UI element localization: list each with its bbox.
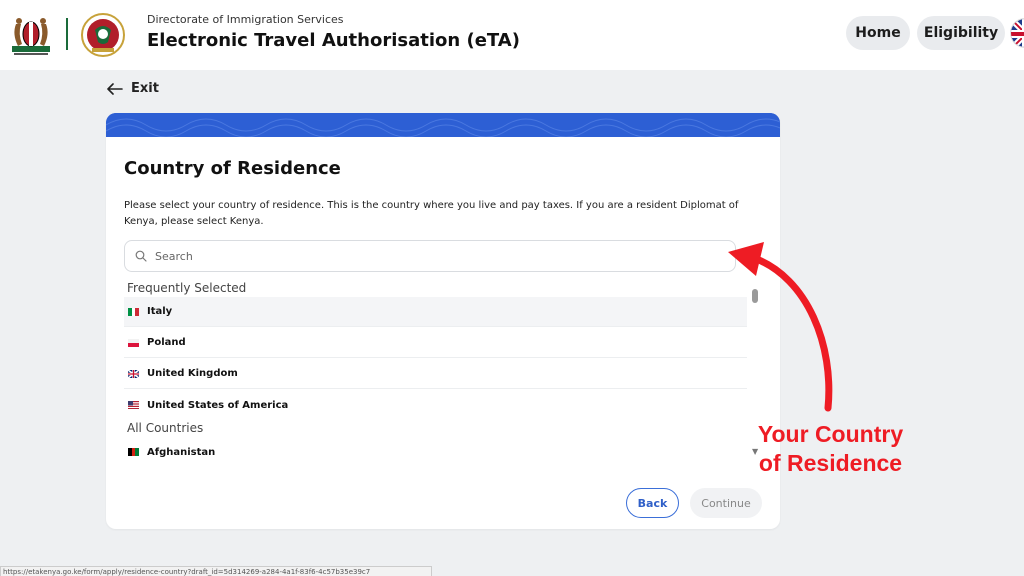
- italy-flag-icon: [128, 307, 139, 316]
- card-description: Please select your country of residence.…: [124, 200, 739, 227]
- country-search-input[interactable]: [155, 249, 715, 263]
- continue-button[interactable]: Continue: [690, 488, 762, 518]
- language-flag-icon[interactable]: [1010, 18, 1024, 48]
- header-subtitle: Directorate of Immigration Services: [147, 13, 344, 26]
- country-name: Italy: [147, 306, 173, 317]
- arrow-left-icon: [107, 82, 123, 95]
- frequently-selected-label: Frequently Selected: [127, 281, 247, 295]
- immigration-services-logo[interactable]: [80, 12, 126, 58]
- country-name: United States of America: [147, 399, 289, 411]
- nav-home-button[interactable]: Home: [846, 16, 910, 50]
- exit-link[interactable]: Exit: [107, 81, 159, 96]
- all-countries-label: All Countries: [127, 421, 204, 435]
- exit-label: Exit: [131, 81, 159, 96]
- back-button[interactable]: Back: [626, 488, 679, 518]
- browser-status-bar: https://etakenya.go.ke/form/apply/reside…: [0, 566, 432, 576]
- header-title: Electronic Travel Authorisation (eTA): [147, 30, 520, 51]
- country-name: United Kingdom: [147, 368, 238, 379]
- country-option-united-kingdom[interactable]: United Kingdom: [124, 359, 747, 389]
- country-of-residence-card: Country of Residence Please select your …: [106, 113, 780, 529]
- country-option-italy[interactable]: Italy: [124, 297, 747, 327]
- card-title: Country of Residence: [124, 158, 341, 179]
- annotation-arrow-icon: [728, 242, 833, 412]
- country-name: Afghanistan: [147, 446, 216, 458]
- logo-divider: [66, 18, 68, 50]
- poland-flag-icon: [128, 338, 139, 347]
- country-option-poland[interactable]: Poland: [124, 328, 747, 358]
- nav-eligibility-button[interactable]: Eligibility: [917, 16, 1005, 50]
- annotation-line-1: Your Country: [757, 421, 904, 447]
- site-header: Directorate of Immigration Services Elec…: [0, 0, 1024, 70]
- uk-flag-icon: [127, 368, 140, 379]
- card-banner-pattern: [106, 113, 780, 137]
- country-search-box[interactable]: [124, 240, 736, 272]
- country-option-afghanistan[interactable]: Afghanistan: [124, 437, 747, 467]
- search-icon: [135, 250, 147, 262]
- kenya-coat-of-arms-logo[interactable]: [8, 12, 54, 58]
- country-option-united-states[interactable]: United States of America: [124, 390, 747, 420]
- country-name: Poland: [147, 337, 186, 348]
- usa-flag-icon: [128, 401, 139, 409]
- annotation-line-2: of Residence: [758, 450, 903, 476]
- annotation-label: Your Country of Residence: [738, 420, 923, 478]
- afghanistan-flag-icon: [128, 448, 139, 456]
